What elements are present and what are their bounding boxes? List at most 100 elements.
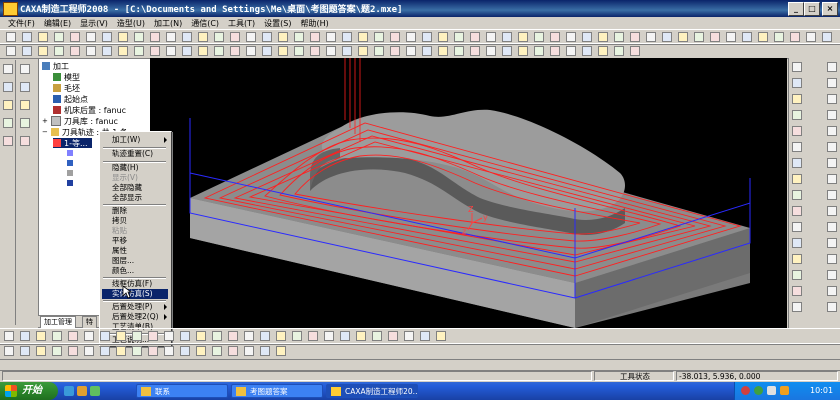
toolbar-button[interactable] — [582, 32, 592, 42]
menu-edit[interactable]: 编辑(E) — [44, 18, 71, 29]
toolbar-button[interactable] — [518, 46, 528, 56]
toolbar-button[interactable] — [422, 46, 432, 56]
tree-item-post-processor[interactable]: 机床后置 : fanuc — [53, 105, 126, 115]
toolbar-button[interactable] — [326, 46, 336, 56]
toolbar-button[interactable] — [36, 331, 46, 341]
toolbar-button[interactable] — [662, 32, 672, 42]
menu-settings[interactable]: 设置(S) — [264, 18, 291, 29]
toolbar-button[interactable] — [374, 32, 384, 42]
toolbar-button[interactable] — [598, 46, 608, 56]
toolbar-button[interactable] — [358, 46, 368, 56]
toolbar-button[interactable] — [198, 46, 208, 56]
menu-item-copy[interactable]: 拷贝 — [112, 216, 127, 226]
toolbar-button[interactable] — [388, 331, 398, 341]
tray-icon[interactable] — [767, 386, 776, 395]
toolbar-button[interactable] — [827, 206, 837, 216]
toolbar-button[interactable] — [182, 32, 192, 42]
toolbar-button[interactable] — [276, 346, 286, 356]
menu-modeling[interactable]: 造型(U) — [117, 18, 145, 29]
toolbar-button[interactable] — [598, 32, 608, 42]
menu-item-layer[interactable]: 图层... — [112, 256, 134, 266]
toolbar-button[interactable] — [342, 46, 352, 56]
toolbar-button[interactable] — [148, 346, 158, 356]
toolbar-button[interactable] — [310, 32, 320, 42]
tree-item-tool-library[interactable]: + 刀具库 : fanuc — [42, 116, 118, 126]
toolbar-button[interactable] — [518, 32, 528, 42]
toolbar-button[interactable] — [792, 270, 802, 280]
toolbar-button[interactable] — [827, 62, 837, 72]
toolbar-button[interactable] — [230, 46, 240, 56]
toolbar-button[interactable] — [422, 32, 432, 42]
tree-item-blank[interactable]: 毛坯 — [53, 83, 80, 93]
toolbar-button[interactable] — [68, 331, 78, 341]
toolbar-button[interactable] — [20, 136, 30, 146]
toolbar-button[interactable] — [52, 346, 62, 356]
toolbar-button[interactable] — [827, 78, 837, 88]
toolbar-button[interactable] — [566, 46, 576, 56]
toolbar-button[interactable] — [196, 331, 206, 341]
toolbar-button[interactable] — [20, 331, 30, 341]
toolbar-button[interactable] — [792, 158, 802, 168]
toolbar-button[interactable] — [132, 346, 142, 356]
toolbar-button[interactable] — [4, 331, 14, 341]
toolbar-button[interactable] — [792, 62, 802, 72]
toolbar-button[interactable] — [68, 346, 78, 356]
toolbar-button[interactable] — [278, 46, 288, 56]
toolbar-button[interactable] — [4, 346, 14, 356]
toolbar-button[interactable] — [502, 46, 512, 56]
toolbar-button[interactable] — [827, 94, 837, 104]
menu-help[interactable]: 帮助(H) — [301, 18, 329, 29]
toolbar-button[interactable] — [774, 32, 784, 42]
toolbar-button[interactable] — [54, 46, 64, 56]
desktop-icon[interactable] — [90, 386, 100, 396]
toolbar-button[interactable] — [20, 118, 30, 128]
toolbar-button[interactable] — [792, 190, 802, 200]
toolbar-button[interactable] — [278, 32, 288, 42]
toolbar-button[interactable] — [827, 254, 837, 264]
menu-item-hide-all[interactable]: 全部隐藏 — [112, 183, 142, 193]
tray-icon[interactable] — [780, 386, 789, 395]
toolbar-button[interactable] — [550, 46, 560, 56]
tray-icon[interactable] — [741, 386, 750, 395]
toolbar-button[interactable] — [3, 82, 13, 92]
toolbar-button[interactable] — [806, 32, 816, 42]
toolbar-button[interactable] — [166, 46, 176, 56]
toolbar-button[interactable] — [198, 32, 208, 42]
toolbar-button[interactable] — [3, 118, 13, 128]
toolbar-button[interactable] — [827, 286, 837, 296]
toolbar-button[interactable] — [827, 190, 837, 200]
toolbar-button[interactable] — [70, 46, 80, 56]
menu-item-translate[interactable]: 平移 — [112, 236, 127, 246]
toolbar-button[interactable] — [100, 331, 110, 341]
toolbar-button[interactable] — [150, 46, 160, 56]
toolbar-button[interactable] — [214, 46, 224, 56]
toolbar-button[interactable] — [246, 46, 256, 56]
toolbar-button[interactable] — [134, 46, 144, 56]
toolbar-button[interactable] — [150, 32, 160, 42]
toolbar-button[interactable] — [420, 331, 430, 341]
toolbar-button[interactable] — [390, 46, 400, 56]
taskbar-item-answers[interactable]: 考图题答案 — [231, 384, 323, 398]
toolbar-button[interactable] — [822, 32, 832, 42]
menu-file[interactable]: 文件(F) — [8, 18, 35, 29]
toolbar-button[interactable] — [326, 32, 336, 42]
toolbar-button[interactable] — [180, 331, 190, 341]
menu-tools[interactable]: 工具(T) — [228, 18, 255, 29]
toolbar-button[interactable] — [148, 331, 158, 341]
toolbar-button[interactable] — [22, 32, 32, 42]
toolbar-button[interactable] — [742, 32, 752, 42]
toolbar-button[interactable] — [792, 142, 802, 152]
toolbar-button[interactable] — [36, 346, 46, 356]
toolbar-button[interactable] — [827, 270, 837, 280]
menu-machining[interactable]: 加工(N) — [154, 18, 182, 29]
toolbar-button[interactable] — [244, 346, 254, 356]
toolbar-button[interactable] — [116, 331, 126, 341]
minimize-button[interactable]: _ — [788, 2, 804, 16]
menu-item-reset-path[interactable]: 轨迹重置(C) — [112, 149, 153, 159]
menu-item-post-process[interactable]: 后置处理(P) — [112, 302, 152, 312]
toolbar-button[interactable] — [404, 331, 414, 341]
toolbar-button[interactable] — [20, 346, 30, 356]
toolbar-button[interactable] — [164, 346, 174, 356]
toolbar-button[interactable] — [356, 331, 366, 341]
toolbar-button[interactable] — [406, 32, 416, 42]
